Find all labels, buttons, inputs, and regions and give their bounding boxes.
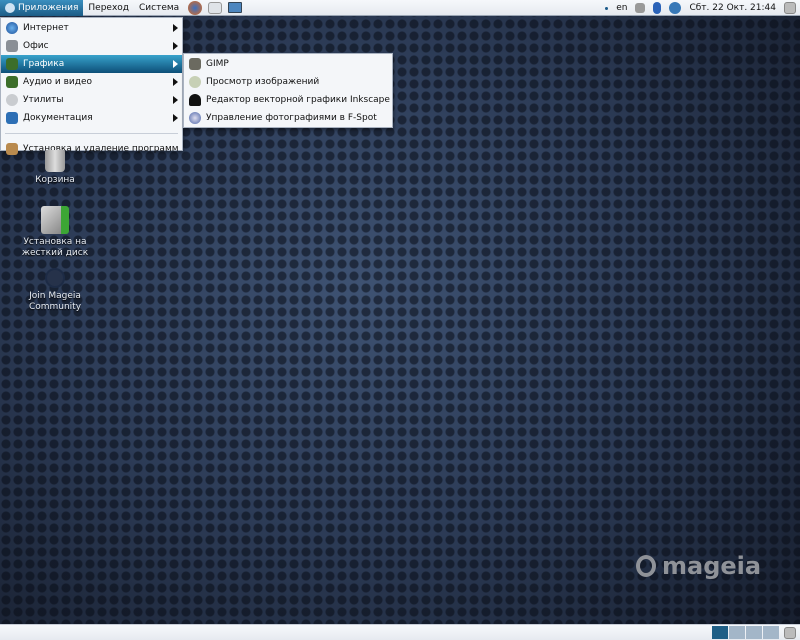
network-icon[interactable] bbox=[669, 2, 682, 14]
bottom-panel bbox=[0, 624, 800, 640]
globe-icon bbox=[6, 22, 18, 34]
menu-separator bbox=[5, 133, 178, 134]
bluetooth-icon[interactable] bbox=[653, 2, 662, 14]
multimedia-icon bbox=[6, 76, 18, 88]
menu-item-inkscape[interactable]: Редактор векторной графики Inkscape bbox=[184, 91, 392, 109]
office-icon bbox=[6, 40, 18, 52]
chevron-right-icon bbox=[173, 60, 178, 68]
workspace-2[interactable] bbox=[729, 626, 745, 639]
chevron-right-icon bbox=[173, 96, 178, 104]
menu-item-graphics[interactable]: Графика bbox=[1, 55, 182, 73]
mageia-community-icon bbox=[45, 268, 65, 288]
applications-menu[interactable]: Приложения bbox=[0, 0, 84, 16]
mageia-icon bbox=[5, 2, 15, 13]
harddisk-install-icon bbox=[41, 206, 69, 234]
menu-item-office[interactable]: Офис bbox=[1, 37, 182, 55]
screenshot-icon[interactable] bbox=[228, 2, 243, 13]
volume-icon[interactable] bbox=[635, 3, 646, 13]
workspace-3[interactable] bbox=[746, 626, 762, 639]
chevron-right-icon bbox=[173, 24, 178, 32]
mageia-cauldron-icon bbox=[636, 555, 656, 577]
fspot-icon bbox=[189, 112, 201, 124]
utilities-icon bbox=[6, 94, 18, 106]
firefox-icon[interactable] bbox=[188, 0, 203, 15]
desktop-icon-community[interactable]: Join Mageia Community bbox=[15, 268, 95, 313]
show-desktop-icon[interactable] bbox=[784, 2, 796, 14]
trash-applet-icon[interactable] bbox=[784, 626, 796, 639]
menu-item-internet[interactable]: Интернет bbox=[1, 19, 182, 37]
graphics-icon bbox=[6, 58, 18, 70]
mail-icon[interactable] bbox=[208, 1, 223, 14]
menu-item-documentation[interactable]: Документация bbox=[1, 109, 182, 127]
menu-item-utilities[interactable]: Утилиты bbox=[1, 91, 182, 109]
graphics-submenu: GIMP Просмотр изображений Редактор векто… bbox=[183, 53, 393, 128]
menu-item-audio-video[interactable]: Аудио и видео bbox=[1, 73, 182, 91]
menu-item-image-viewer[interactable]: Просмотр изображений bbox=[184, 73, 392, 91]
system-tray: en Сбт. 22 Окт. 21:44 bbox=[605, 0, 800, 16]
network-dot-icon bbox=[605, 6, 609, 10]
chevron-right-icon bbox=[173, 114, 178, 122]
desktop-icon-trash[interactable]: Корзина bbox=[15, 150, 95, 186]
menu-item-gimp[interactable]: GIMP bbox=[184, 55, 392, 73]
clock[interactable]: Сбт. 22 Окт. 21:44 bbox=[689, 3, 776, 13]
top-panel: Приложения Переход Система en Сбт. 22 Ок… bbox=[0, 0, 800, 16]
inkscape-icon bbox=[189, 94, 201, 106]
desktop-icon-install[interactable]: Установка на жесткий диск bbox=[15, 206, 95, 259]
workspace-1[interactable] bbox=[712, 626, 728, 639]
menu-item-fspot[interactable]: Управление фотографиями в F-Spot bbox=[184, 109, 392, 127]
image-viewer-icon bbox=[189, 76, 201, 88]
places-menu[interactable]: Переход bbox=[83, 0, 134, 16]
chevron-right-icon bbox=[173, 78, 178, 86]
documentation-icon bbox=[6, 112, 18, 124]
chevron-right-icon bbox=[173, 42, 178, 50]
workspace-4[interactable] bbox=[763, 626, 779, 639]
gimp-icon bbox=[189, 58, 201, 70]
mageia-logo: mageia bbox=[636, 552, 761, 580]
system-menu[interactable]: Система bbox=[134, 0, 184, 16]
applications-dropdown: Интернет Офис Графика Аудио и видео Утил… bbox=[0, 17, 183, 155]
keyboard-layout[interactable]: en bbox=[616, 3, 627, 13]
trash-icon bbox=[45, 150, 65, 172]
